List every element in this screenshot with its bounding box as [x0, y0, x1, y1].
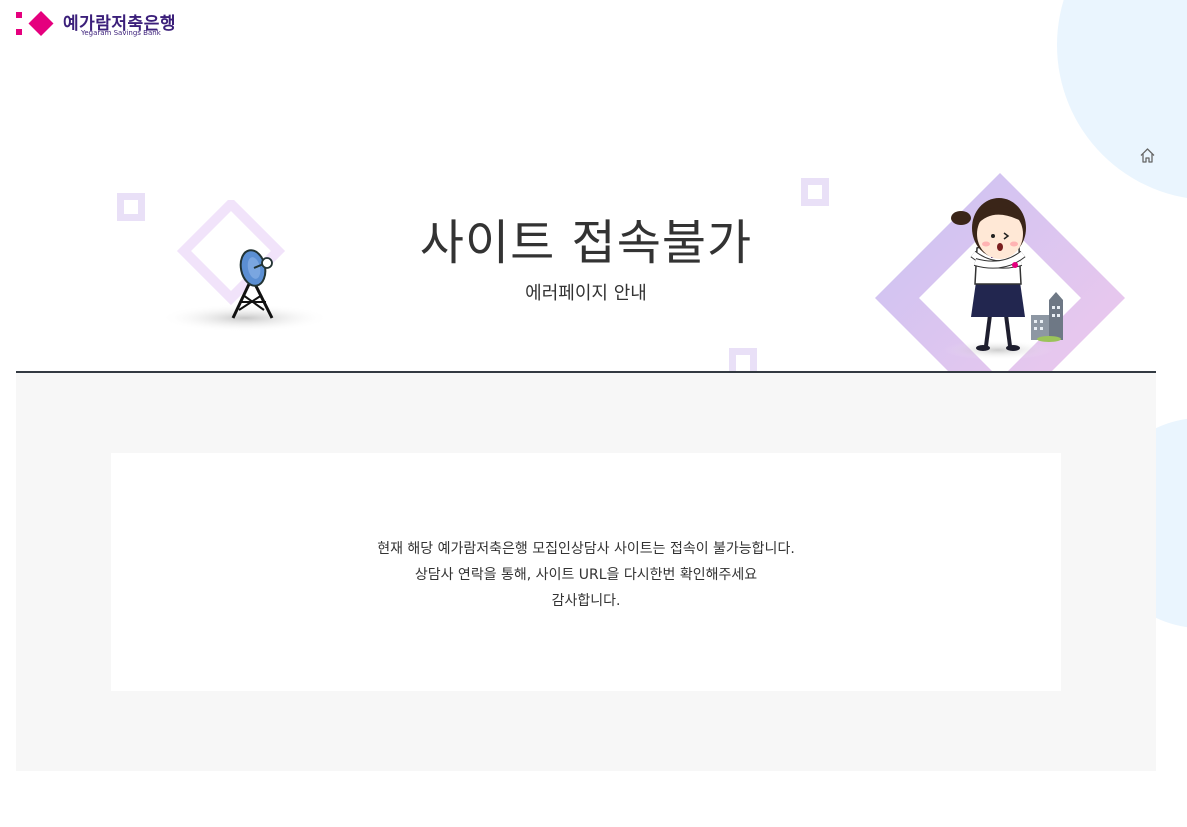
- message-box: 현재 해당 예가람저축은행 모집인상담사 사이트는 접속이 불가능합니다. 상담…: [111, 453, 1061, 691]
- message-line: 현재 해당 예가람저축은행 모집인상담사 사이트는 접속이 불가능합니다.: [377, 541, 795, 557]
- error-page: 예가람저축은행 Yegaram Savings Bank 사이트 접속불가 에러: [0, 0, 1187, 827]
- logo-mark-icon: [16, 11, 54, 36]
- bank-name-english: Yegaram Savings Bank: [81, 29, 161, 37]
- decorative-square: [729, 348, 757, 372]
- message-line: 감사합니다.: [551, 593, 621, 609]
- decorative-square: [801, 178, 829, 206]
- character-illustration: [875, 173, 1125, 372]
- message-line: 상담사 연락을 통해, 사이트 URL을 다시한번 확인해주세요: [414, 567, 758, 583]
- home-icon[interactable]: [1139, 147, 1156, 164]
